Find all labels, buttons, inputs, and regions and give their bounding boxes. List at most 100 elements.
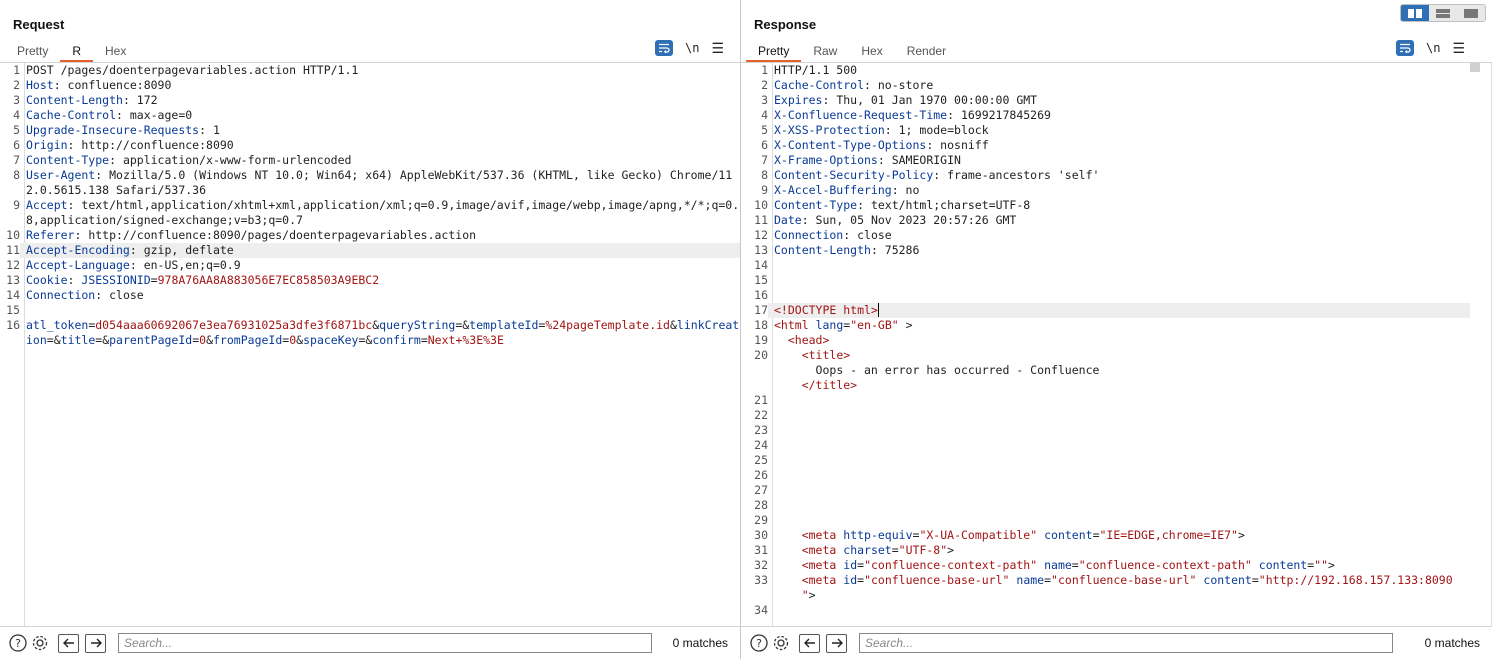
code-line[interactable]: 3 Content-Length: 172 xyxy=(0,93,740,108)
code-line[interactable]: 31 <meta charset="UTF-8"> xyxy=(741,543,1470,558)
code-token: id xyxy=(843,558,858,572)
code-line[interactable]: 10 Referer: http://confluence:8090/pages/… xyxy=(0,228,740,243)
response-tab-hex[interactable]: Hex xyxy=(849,41,894,62)
code-line[interactable]: 9 X-Accel-Buffering: no xyxy=(741,183,1470,198)
code-token: X-Accel-Buffering xyxy=(774,183,892,197)
response-scrollbar-thumb[interactable] xyxy=(1470,63,1480,72)
code-line[interactable]: 2 Cache-Control: no-store xyxy=(741,78,1470,93)
code-line[interactable]: 3 Expires: Thu, 01 Jan 1970 00:00:00 GMT xyxy=(741,93,1470,108)
layout-tabs-icon[interactable] xyxy=(1457,5,1485,21)
code-line[interactable]: 32 <meta id="confluence-context-path" na… xyxy=(741,558,1470,573)
line-content: Connection: close xyxy=(768,228,1470,243)
code-line[interactable]: 21 xyxy=(741,393,1470,408)
hamburger-menu-icon[interactable]: ☰ xyxy=(1452,41,1465,55)
arrow-right-icon[interactable] xyxy=(85,633,106,653)
code-line[interactable]: 17 <!DOCTYPE html> xyxy=(741,303,1470,318)
code-line[interactable]: 8 User-Agent: Mozilla/5.0 (Windows NT 10.… xyxy=(0,168,740,198)
code-line[interactable]: 5 Upgrade-Insecure-Requests: 1 xyxy=(0,123,740,138)
code-line[interactable]: 14 Connection: close xyxy=(0,288,740,303)
code-line[interactable]: 33 <meta id="confluence-base-url" name="… xyxy=(741,573,1470,603)
code-line[interactable]: 5 X-XSS-Protection: 1; mode=block xyxy=(741,123,1470,138)
code-line[interactable]: 4 Cache-Control: max-age=0 xyxy=(0,108,740,123)
arrow-right-icon[interactable] xyxy=(826,633,847,653)
request-editor[interactable]: 1 POST /pages/doenterpagevariables.action… xyxy=(0,63,740,626)
line-number: 9 xyxy=(761,183,768,197)
code-line[interactable]: 7 X-Frame-Options: SAMEORIGIN xyxy=(741,153,1470,168)
request-tab-hex[interactable]: Hex xyxy=(93,41,138,62)
gear-icon[interactable] xyxy=(771,633,791,653)
request-tab-raw[interactable]: R xyxy=(60,41,94,62)
code-line[interactable]: 2 Host: confluence:8090 xyxy=(0,78,740,93)
code-line[interactable]: 28 xyxy=(741,498,1470,513)
code-line[interactable]: 29 xyxy=(741,513,1470,528)
response-search-input[interactable]: Search... xyxy=(859,633,1393,653)
arrow-left-icon[interactable] xyxy=(799,633,820,653)
request-search-input[interactable]: Search... xyxy=(118,633,652,653)
code-line[interactable]: 23 xyxy=(741,423,1470,438)
code-line[interactable]: 4 X-Confluence-Request-Time: 169921784526… xyxy=(741,108,1470,123)
code-line[interactable]: 6 X-Content-Type-Options: nosniff xyxy=(741,138,1470,153)
code-line[interactable]: 14 xyxy=(741,258,1470,273)
code-line[interactable]: 27 xyxy=(741,483,1470,498)
code-line[interactable]: 30 <meta http-equiv = "X-UA-Compatible" co… xyxy=(741,528,1470,543)
response-tab-render[interactable]: Render xyxy=(895,41,958,62)
code-line[interactable]: 16 atl_token = d054aaa60692067e3ea76931025a… xyxy=(0,318,740,348)
code-line[interactable]: 19 <head> xyxy=(741,333,1470,348)
code-token: : 75286 xyxy=(870,243,920,257)
text-wrap-icon[interactable] xyxy=(1396,40,1414,56)
response-scrollbar[interactable] xyxy=(1470,63,1480,626)
code-token: : application/x-www-form-urlencoded xyxy=(109,153,352,167)
hamburger-menu-icon[interactable]: ☰ xyxy=(711,41,724,55)
code-line[interactable]: 16 xyxy=(741,288,1470,303)
show-newlines-button[interactable]: \n xyxy=(1426,41,1440,55)
code-token: <meta xyxy=(801,543,837,557)
code-line[interactable]: 20 <title> Oops - an error has occurred … xyxy=(741,348,1470,393)
code-line[interactable]: 34 xyxy=(741,603,1470,618)
code-line[interactable]: 26 xyxy=(741,468,1470,483)
response-editor[interactable]: 1 HTTP/1.1 500 2 Cache-Control: no-store 3 Ex… xyxy=(741,63,1470,626)
show-newlines-button[interactable]: \n xyxy=(685,41,699,55)
code-line[interactable]: 15 xyxy=(741,273,1470,288)
help-icon[interactable]: ? xyxy=(749,633,769,653)
response-tab-pretty[interactable]: Pretty xyxy=(746,41,802,62)
code-token: Expires xyxy=(774,93,823,107)
code-token: =& xyxy=(455,318,470,332)
line-content xyxy=(768,288,1470,303)
response-tab-raw[interactable]: Raw xyxy=(801,41,849,62)
code-line[interactable]: 10 Content-Type: text/html;charset=UTF-8 xyxy=(741,198,1470,213)
code-line[interactable]: 25 xyxy=(741,453,1470,468)
code-line[interactable]: 9 Accept: text/html,application/xhtml+xml… xyxy=(0,198,740,228)
code-line[interactable]: 18 <html lang="en-GB" > xyxy=(741,318,1470,333)
code-line[interactable]: 11 Accept-Encoding: gzip, deflate xyxy=(0,243,740,258)
code-line[interactable]: 12 Connection: close xyxy=(741,228,1470,243)
arrow-left-icon[interactable] xyxy=(58,633,79,653)
code-token: <title> xyxy=(801,348,851,362)
code-line[interactable]: 22 xyxy=(741,408,1470,423)
line-number: 1 xyxy=(761,63,768,77)
line-number: 28 xyxy=(754,498,768,512)
code-line[interactable]: 11 Date: Sun, 05 Nov 2023 20:57:26 GMT xyxy=(741,213,1470,228)
code-token: X-Confluence-Request-Time xyxy=(774,108,948,122)
code-line[interactable]: 24 xyxy=(741,438,1470,453)
code-line[interactable]: 15 xyxy=(0,303,740,318)
request-search-bar: ? Search... 0 matches xyxy=(0,626,740,659)
code-token: : en-US,en;q=0.9 xyxy=(129,258,241,272)
request-tab-pretty[interactable]: Pretty xyxy=(5,41,60,62)
help-icon[interactable]: ? xyxy=(8,633,28,653)
code-line[interactable]: 13 Cookie: JSESSIONID=978A76AA8A883056E7E… xyxy=(0,273,740,288)
code-line[interactable]: 12 Accept-Language: en-US,en;q=0.9 xyxy=(0,258,740,273)
text-wrap-icon[interactable] xyxy=(655,40,673,56)
layout-stacked-icon[interactable] xyxy=(1429,5,1457,21)
line-number: 19 xyxy=(754,333,768,347)
request-tabs: Pretty R Hex xyxy=(5,41,138,63)
code-line[interactable]: 8 Content-Security-Policy: frame-ancestor… xyxy=(741,168,1470,183)
code-line[interactable]: 1 POST /pages/doenterpagevariables.action… xyxy=(0,63,740,78)
code-line[interactable]: 7 Content-Type: application/x-www-form-ur… xyxy=(0,153,740,168)
line-content xyxy=(768,393,1470,408)
code-line[interactable]: 1 HTTP/1.1 500 xyxy=(741,63,1470,78)
layout-side-by-side-icon[interactable] xyxy=(1401,5,1429,21)
code-line[interactable]: 6 Origin: http://confluence:8090 xyxy=(0,138,740,153)
code-token: charset xyxy=(843,543,892,557)
gear-icon[interactable] xyxy=(30,633,50,653)
code-line[interactable]: 13 Content-Length: 75286 xyxy=(741,243,1470,258)
